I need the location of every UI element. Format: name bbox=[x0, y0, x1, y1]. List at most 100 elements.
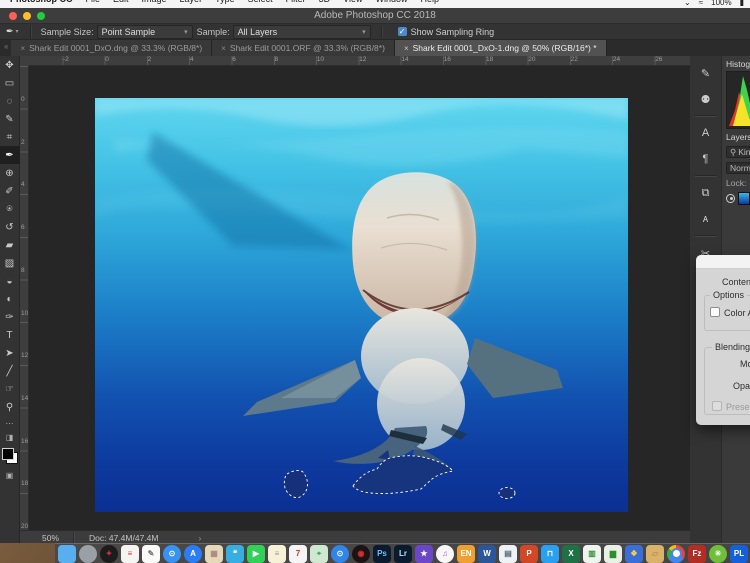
dock-app-filezilla[interactable]: Fz bbox=[688, 545, 706, 563]
dock-app-media-player[interactable]: ◉ bbox=[352, 545, 370, 563]
blur-tool[interactable]: ◒ bbox=[0, 272, 20, 290]
document-tab-3[interactable]: ×Shark Edit 0001_DxO-1.dng @ 50% (RGB/16… bbox=[395, 40, 607, 56]
line-tool[interactable]: ╱ bbox=[0, 362, 20, 380]
sample-size-dropdown[interactable]: Point Sample ▾ bbox=[97, 25, 193, 39]
menu-help[interactable]: Help bbox=[420, 0, 439, 4]
dock-app-finder[interactable] bbox=[58, 545, 76, 563]
dock-app-safari[interactable]: ⊙ bbox=[163, 545, 181, 563]
dock-app-color-box[interactable]: ❖ bbox=[625, 545, 643, 563]
menu-edit[interactable]: Edit bbox=[113, 0, 129, 4]
dock-app-launchpad[interactable]: ✦ bbox=[100, 545, 118, 563]
tab-close-icon[interactable]: × bbox=[221, 44, 226, 53]
spotlight-icon[interactable]: ⌄ bbox=[684, 0, 691, 7]
quick-selection-tool[interactable]: ✎ bbox=[0, 110, 20, 128]
foreground-color-swatch[interactable] bbox=[2, 448, 14, 460]
dock-app-calendar[interactable]: 7 bbox=[289, 545, 307, 563]
screen-mode-button[interactable]: ▣ bbox=[0, 468, 20, 482]
document-tab-1[interactable]: ×Shark Edit 0001_DxO.dng @ 33.3% (RGB/8*… bbox=[11, 40, 212, 56]
dock-app-excel[interactable]: X bbox=[562, 545, 580, 563]
dock-app-messages[interactable]: ❝ bbox=[226, 545, 244, 563]
menu-photoshop-cc[interactable]: Photoshop CC bbox=[10, 0, 73, 4]
dock-app-photos[interactable]: ▦ bbox=[205, 545, 223, 563]
dock-app-itunes[interactable]: ♫ bbox=[436, 545, 454, 563]
histogram-panel-title[interactable]: Histogram bbox=[722, 56, 750, 71]
menu-view[interactable]: View bbox=[343, 0, 362, 4]
show-sampling-ring-checkbox[interactable]: ✓ Show Sampling Ring bbox=[398, 27, 495, 37]
dock-app-folder[interactable]: ▱ bbox=[646, 545, 664, 563]
shark-image-canvas[interactable] bbox=[95, 98, 628, 512]
tab-overflow-icon[interactable]: « bbox=[0, 40, 11, 56]
dock-app-word[interactable]: W bbox=[478, 545, 496, 563]
dock-app-chrome[interactable] bbox=[667, 545, 685, 563]
dodge-tool[interactable]: ◐ bbox=[0, 290, 20, 308]
paragraph-icon[interactable]: ¶ bbox=[694, 148, 718, 170]
crop-tool[interactable]: ⌗ bbox=[0, 128, 20, 146]
move-tool[interactable]: ✥ bbox=[0, 56, 20, 74]
zoom-level-field[interactable]: 50% bbox=[42, 533, 59, 543]
libraries-icon[interactable]: ⚉ bbox=[694, 88, 718, 110]
layer-visibility-eye-icon[interactable] bbox=[726, 194, 735, 203]
menu-3d[interactable]: 3D bbox=[319, 0, 331, 4]
path-selection-tool[interactable]: ➤ bbox=[0, 344, 20, 362]
dock-app-icq[interactable]: ✳ bbox=[709, 545, 727, 563]
layers-panel-title[interactable]: Layers bbox=[722, 129, 750, 144]
dock-app-onedrive[interactable]: ▤ bbox=[499, 545, 517, 563]
dock-app-keynote[interactable]: ⊓ bbox=[541, 545, 559, 563]
dock-app-pixelmator[interactable]: ★ bbox=[415, 545, 433, 563]
zoom-tool[interactable]: ⚲ bbox=[0, 398, 20, 416]
layers-search-field[interactable]: ⚲ Kind bbox=[726, 146, 750, 158]
layer-row[interactable] bbox=[722, 190, 750, 207]
hand-tool[interactable]: ☞ bbox=[0, 380, 20, 398]
menu-window[interactable]: Window bbox=[375, 0, 407, 4]
dock-app-facetime[interactable]: ▶ bbox=[247, 545, 265, 563]
adjustments-icon[interactable]: ⧉ bbox=[694, 182, 718, 204]
quick-mask-button[interactable]: ◨ bbox=[0, 430, 20, 444]
tab-close-icon[interactable]: × bbox=[404, 44, 409, 53]
dock-app-notes[interactable]: ≡ bbox=[268, 545, 286, 563]
dock-app-compass-app[interactable]: ⊙ bbox=[331, 545, 349, 563]
brush-tool[interactable]: ✐ bbox=[0, 182, 20, 200]
dock-app-siri[interactable] bbox=[79, 545, 97, 563]
color-swatches[interactable] bbox=[2, 448, 18, 464]
clone-stamp-tool[interactable]: ⍟ bbox=[0, 200, 20, 218]
dock-app-app-store[interactable]: A bbox=[184, 545, 202, 563]
dock-app-textedit[interactable]: ✎ bbox=[142, 545, 160, 563]
character-icon[interactable]: A bbox=[694, 122, 718, 144]
spot-healing-tool[interactable]: ⊕ bbox=[0, 164, 20, 182]
dock-app-translator[interactable]: EN bbox=[457, 545, 475, 563]
menu-type[interactable]: Type bbox=[215, 0, 235, 4]
color-adaptation-checkbox[interactable]: Color Adaptation bbox=[710, 307, 750, 318]
lasso-tool[interactable]: ◌ bbox=[0, 92, 20, 110]
dock-app-pl-app[interactable]: PL bbox=[730, 545, 748, 563]
dock-app-numbers[interactable]: ▥ bbox=[583, 545, 601, 563]
eraser-tool[interactable]: ▰ bbox=[0, 236, 20, 254]
dock-app-chart-app[interactable]: ▆ bbox=[604, 545, 622, 563]
menu-select[interactable]: Select bbox=[248, 0, 273, 4]
menu-filter[interactable]: Filter bbox=[286, 0, 306, 4]
menu-image[interactable]: Image bbox=[142, 0, 167, 4]
brush-settings-icon[interactable]: ✎ bbox=[694, 62, 718, 84]
document-tab-2[interactable]: ×Shark Edit 0001.ORF @ 33.3% (RGB/8*) bbox=[212, 40, 395, 56]
dock-app-photoshop[interactable]: Ps bbox=[373, 545, 391, 563]
pen-tool[interactable]: ✑ bbox=[0, 308, 20, 326]
type-tool[interactable]: T bbox=[0, 326, 20, 344]
status-chevron-icon[interactable]: › bbox=[198, 533, 201, 543]
tab-close-icon[interactable]: × bbox=[20, 44, 25, 53]
sample-dropdown[interactable]: All Layers ▾ bbox=[233, 25, 371, 39]
menu-layer[interactable]: Layer bbox=[180, 0, 203, 4]
dock-app-lightroom[interactable]: Lr bbox=[394, 545, 412, 563]
blend-mode-dropdown[interactable]: Normal bbox=[726, 162, 750, 174]
gradient-tool[interactable]: ▨ bbox=[0, 254, 20, 272]
dock-app-reminders[interactable]: ≡ bbox=[121, 545, 139, 563]
glyphs-icon[interactable]: ᴀ bbox=[694, 208, 718, 230]
layer-thumbnail[interactable] bbox=[738, 192, 750, 205]
wifi-icon[interactable]: ≈ bbox=[699, 0, 703, 7]
tool-preset-picker[interactable]: ✒ ▾ bbox=[0, 26, 25, 37]
history-brush-tool[interactable]: ↺ bbox=[0, 218, 20, 236]
eyedropper-tool[interactable]: ✒ bbox=[0, 146, 20, 164]
dock-app-maps[interactable]: ⌖ bbox=[310, 545, 328, 563]
marquee-tool[interactable]: ▭ bbox=[0, 74, 20, 92]
dock-app-powerpoint[interactable]: P bbox=[520, 545, 538, 563]
menu-file[interactable]: File bbox=[86, 0, 101, 4]
edit-toolbar-button[interactable]: ⋯ bbox=[0, 416, 20, 430]
